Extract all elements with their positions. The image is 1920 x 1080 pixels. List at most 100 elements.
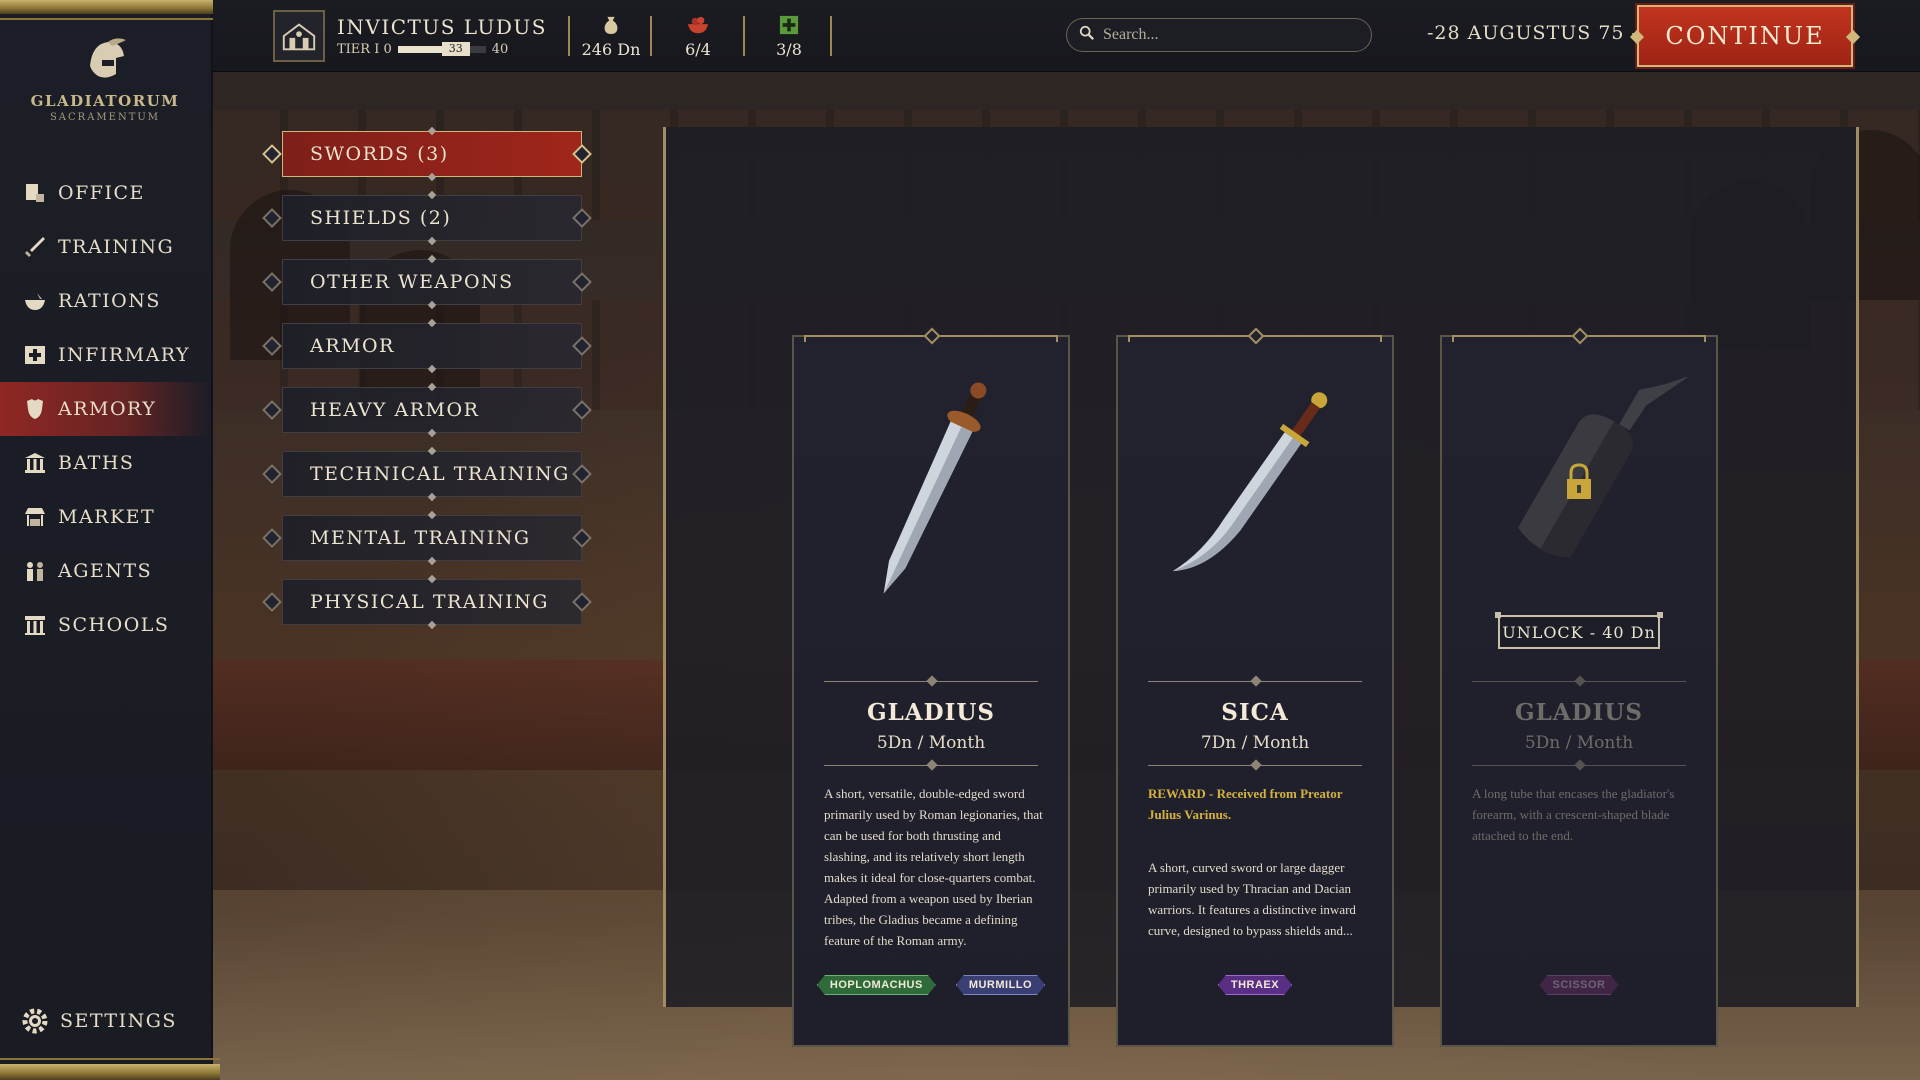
medical-capacity-icon bbox=[749, 14, 829, 36]
tier-value: 33 bbox=[441, 42, 470, 56]
category-technical-training[interactable]: TECHNICAL TRAINING bbox=[262, 446, 592, 502]
divider bbox=[830, 16, 832, 56]
category-shields[interactable]: SHIELDS (2) bbox=[262, 190, 592, 246]
rations-value: 6/4 bbox=[685, 40, 711, 59]
nav-item-office[interactable]: OFFICE bbox=[0, 166, 210, 220]
category-label: TECHNICAL TRAINING bbox=[310, 463, 570, 485]
capacity-value: 3/8 bbox=[776, 40, 802, 59]
category-mental-training[interactable]: MENTAL TRAINING bbox=[262, 510, 592, 566]
logo-title: GLADIATORUM bbox=[30, 92, 180, 110]
class-tag-thraex[interactable]: THRAEX bbox=[1218, 975, 1292, 995]
item-price: 5Dn / Month bbox=[876, 733, 986, 753]
sica-sword-icon bbox=[1118, 377, 1392, 607]
item-price: 5Dn / Month bbox=[1524, 733, 1634, 753]
tier-max: 40 bbox=[491, 42, 509, 57]
search-icon bbox=[1079, 25, 1095, 45]
gladius-sword-icon bbox=[794, 377, 1068, 607]
category-other-weapons[interactable]: OTHER WEAPONS bbox=[262, 254, 592, 310]
item-name: GLADIUS bbox=[1514, 699, 1644, 726]
nav-item-market[interactable]: MARKET bbox=[0, 490, 210, 544]
unlock-button[interactable]: UNLOCK - 40 Dn bbox=[1495, 612, 1663, 649]
nav-item-baths[interactable]: BATHS bbox=[0, 436, 210, 490]
top-bar: INVICTUS LUDUS TIER I 0 33 40 246 Dn 6/4 bbox=[213, 0, 1920, 72]
continue-button[interactable]: CONTINUE bbox=[1629, 3, 1861, 69]
item-name: GLADIUS bbox=[866, 699, 996, 726]
item-description: A long tube that encases the gladiator's… bbox=[1472, 786, 1675, 843]
money-value: 246 Dn bbox=[581, 40, 641, 59]
item-card-sica[interactable]: SICA 7Dn / Month REWARD - Received from … bbox=[1116, 327, 1394, 1047]
sidebar-bottom-trim bbox=[0, 1058, 220, 1080]
armor-icon bbox=[20, 396, 50, 422]
agents-icon bbox=[20, 558, 50, 584]
settings-button[interactable]: SETTINGS bbox=[20, 1006, 177, 1036]
divider bbox=[568, 16, 570, 56]
tier-min: 0 bbox=[383, 42, 392, 57]
tier-label: TIER I bbox=[337, 42, 380, 57]
category-heavy-armor[interactable]: HEAVY ARMOR bbox=[262, 382, 592, 438]
category-label: SHIELDS (2) bbox=[310, 207, 452, 229]
category-armor[interactable]: ARMOR bbox=[262, 318, 592, 374]
category-label: PHYSICAL TRAINING bbox=[310, 591, 549, 613]
nav-label-armory: ARMORY bbox=[58, 398, 157, 420]
sword-icon bbox=[20, 234, 50, 260]
medical-cross-icon bbox=[20, 342, 50, 368]
item-card-locked[interactable]: UNLOCK - 40 Dn GLADIUS 5Dn / Month A lon… bbox=[1440, 327, 1718, 1047]
divider bbox=[650, 16, 652, 56]
logo-subtitle: SACRAMENTUM bbox=[49, 112, 161, 123]
stall-icon bbox=[20, 504, 50, 530]
temple-icon bbox=[20, 450, 50, 476]
class-tag-scissor[interactable]: SCISSOR bbox=[1539, 975, 1618, 995]
nav-item-rations[interactable]: RATIONS bbox=[0, 274, 210, 328]
nav-label-agents: AGENTS bbox=[58, 560, 153, 582]
gladiator-helmet-icon bbox=[82, 36, 128, 86]
class-tag-murmillo[interactable]: MURMILLO bbox=[956, 975, 1045, 995]
coin-pouch-icon bbox=[571, 14, 651, 36]
continue-right-ornament bbox=[1845, 29, 1861, 45]
search-box[interactable] bbox=[1066, 18, 1372, 52]
nav-item-armory[interactable]: ARMORY bbox=[0, 382, 210, 436]
sidebar: GLADIATORUM SACRAMENTUM OFFICE TRAINING … bbox=[0, 0, 220, 1080]
nav-label-infirmary: INFIRMARY bbox=[58, 344, 191, 366]
nav-item-infirmary[interactable]: INFIRMARY bbox=[0, 328, 210, 382]
nav-item-schools[interactable]: SCHOOLS bbox=[0, 598, 210, 652]
item-description: A short, curved sword or large dagger pr… bbox=[1148, 860, 1356, 938]
capacity-stat[interactable]: 3/8 bbox=[749, 14, 829, 59]
settings-label: SETTINGS bbox=[60, 1010, 177, 1032]
desk-icon bbox=[20, 180, 50, 206]
ludus-info[interactable]: INVICTUS LUDUS TIER I 0 33 40 bbox=[273, 10, 547, 62]
category-label: MENTAL TRAINING bbox=[310, 527, 531, 549]
item-card-gladius[interactable]: GLADIUS 5Dn / Month A short, versatile, … bbox=[792, 327, 1070, 1047]
item-name: SICA bbox=[1221, 699, 1289, 726]
nav-label-baths: BATHS bbox=[58, 452, 135, 474]
divider bbox=[743, 16, 745, 56]
nav-item-agents[interactable]: AGENTS bbox=[0, 544, 210, 598]
category-label: ARMOR bbox=[310, 335, 395, 357]
scissor-blade-icon bbox=[1442, 374, 1716, 607]
search-input[interactable] bbox=[1103, 26, 1353, 44]
nav-item-training[interactable]: TRAINING bbox=[0, 220, 210, 274]
continue-label: CONTINUE bbox=[1665, 22, 1825, 50]
item-price: 7Dn / Month bbox=[1200, 733, 1310, 753]
item-description: A short, versatile, double-edged sword p… bbox=[824, 786, 1043, 948]
nav-label-schools: SCHOOLS bbox=[58, 614, 170, 636]
sidebar-top-trim bbox=[0, 0, 220, 20]
item-panel: GLADIUS 5Dn / Month A short, versatile, … bbox=[663, 127, 1859, 1047]
nav-label-office: OFFICE bbox=[58, 182, 145, 204]
nav-label-training: TRAINING bbox=[58, 236, 175, 258]
class-tag-hoplomachus[interactable]: HOPLOMACHUS bbox=[817, 975, 936, 995]
ludus-name: INVICTUS LUDUS bbox=[337, 15, 547, 39]
nav-label-rations: RATIONS bbox=[58, 290, 161, 312]
category-physical-training[interactable]: PHYSICAL TRAINING bbox=[262, 574, 592, 630]
category-swords[interactable]: SWORDS (3) bbox=[262, 126, 592, 182]
category-label: OTHER WEAPONS bbox=[310, 271, 514, 293]
gear-icon bbox=[20, 1006, 50, 1036]
food-bowl-icon bbox=[658, 14, 738, 36]
game-logo: GLADIATORUM SACRAMENTUM bbox=[0, 36, 210, 123]
tier-progress-bar: 33 bbox=[397, 42, 486, 56]
category-list: SWORDS (3) SHIELDS (2) OTHER WEAPONS ARM… bbox=[262, 126, 596, 643]
money-stat[interactable]: 246 Dn bbox=[571, 14, 651, 59]
bowl-icon bbox=[20, 288, 50, 314]
main-nav: OFFICE TRAINING RATIONS INFIRMARY ARMORY bbox=[0, 166, 210, 652]
school-icon bbox=[20, 612, 50, 638]
rations-stat[interactable]: 6/4 bbox=[658, 14, 738, 59]
